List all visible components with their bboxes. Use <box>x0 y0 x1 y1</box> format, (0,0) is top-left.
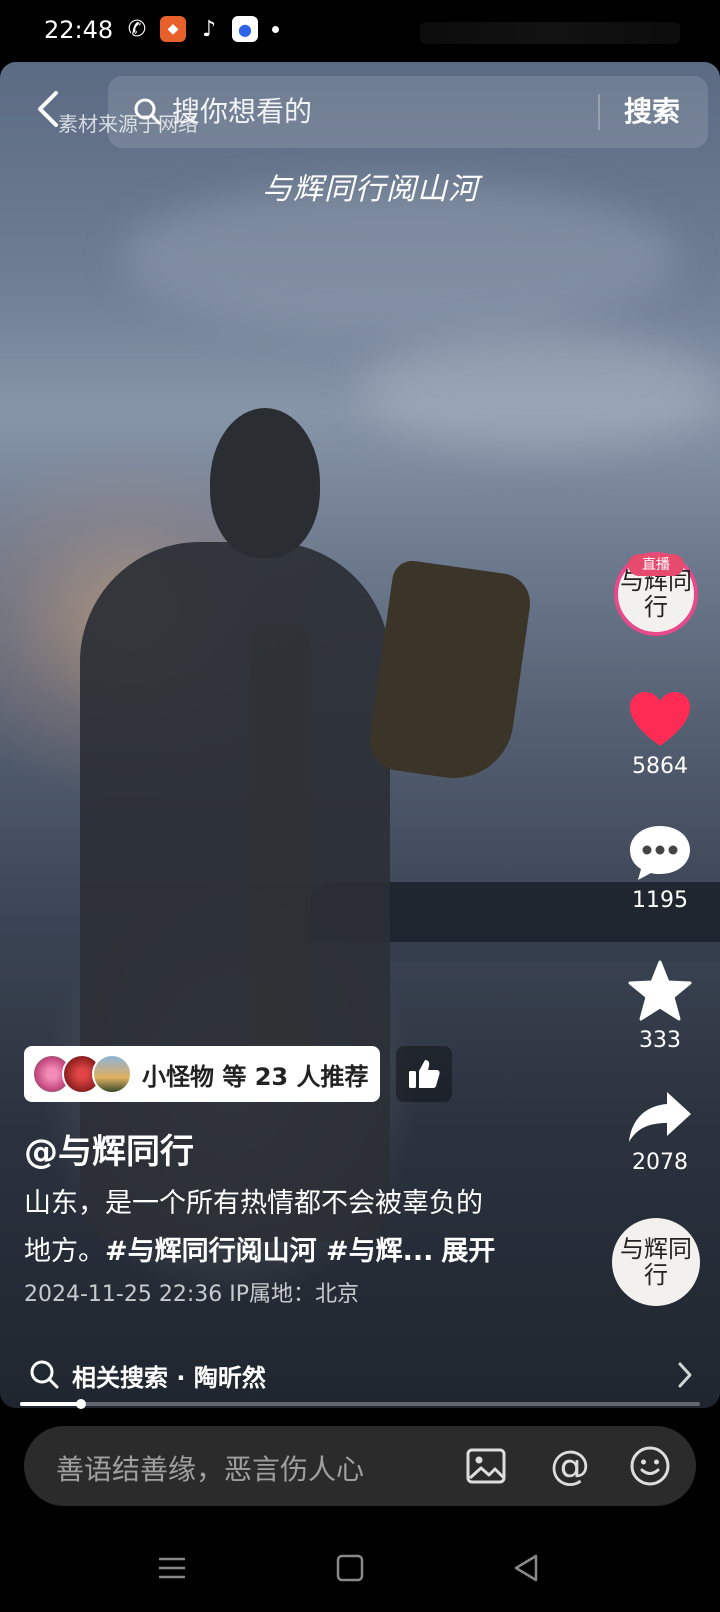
description-line-2: 地方。#与辉同行阅山河 #与辉... 展开 <box>24 1228 584 1276</box>
mention-icon[interactable]: @ <box>548 1444 592 1488</box>
figure-head <box>210 408 320 558</box>
recommender-avatars <box>32 1052 132 1096</box>
status-indicators <box>420 22 680 44</box>
post-meta: 2024-11-25 22:36 IP属地：北京 <box>24 1282 359 1307</box>
back-triangle-icon[interactable] <box>508 1550 544 1586</box>
search-input[interactable]: 搜你想看的 <box>172 90 312 130</box>
progress-fill <box>20 1402 82 1406</box>
video-watermark: 与辉同行阅山河 <box>262 172 479 207</box>
recommend-button[interactable] <box>396 1046 452 1102</box>
video-progress-bar[interactable] <box>20 1399 700 1409</box>
favorite-button[interactable]: 333 <box>620 960 700 1053</box>
search-icon <box>134 98 161 125</box>
emoji-icon[interactable] <box>628 1444 672 1488</box>
expand-button[interactable]: 展开 <box>441 1236 495 1267</box>
menu-icon[interactable] <box>154 1550 190 1586</box>
status-time: 22:48 <box>44 16 114 44</box>
heart-icon <box>630 692 690 746</box>
share-count: 2078 <box>632 1150 688 1175</box>
comment-count: 1195 <box>632 888 688 913</box>
star-icon <box>628 960 692 1021</box>
tiktok-icon: ♪ <box>201 16 217 42</box>
post-description: 山东，是一个所有热情都不会被辜负的 地方。#与辉同行阅山河 #与辉... 展开 <box>24 1180 584 1276</box>
comment-input-bar[interactable]: 善语结善缘，恶言伤人心 @ <box>24 1426 696 1506</box>
recommend-text: 小怪物 等 23 人推荐 <box>142 1062 369 1091</box>
search-button[interactable]: 搜索 <box>624 90 680 130</box>
like-button[interactable]: 5864 <box>620 690 700 779</box>
comment-button[interactable]: 1195 <box>620 824 700 913</box>
notification-dot <box>272 25 279 33</box>
avatar-logo-text: 与辉同行 <box>620 1235 692 1289</box>
recommenders-pill[interactable]: 小怪物 等 23 人推荐 <box>24 1046 380 1102</box>
home-icon[interactable] <box>332 1550 368 1586</box>
search-bar[interactable]: 搜你想看的 搜索 <box>108 76 708 148</box>
app-icon: ◆ <box>160 16 186 42</box>
like-count: 5864 <box>632 754 688 779</box>
music-disc-avatar[interactable]: 与辉同行 <box>612 1218 700 1306</box>
status-icons: ✆ ◆ ♪ ● <box>124 16 279 42</box>
favorite-count: 333 <box>639 1028 681 1053</box>
live-badge: 直播 <box>628 554 684 576</box>
image-icon[interactable] <box>464 1444 508 1488</box>
share-arrow-icon <box>629 1092 691 1142</box>
search-divider <box>598 94 600 130</box>
chevron-right-icon <box>678 1362 692 1388</box>
thumbs-up-icon <box>409 1060 440 1088</box>
system-nav-bar <box>0 1530 720 1612</box>
comment-icon <box>630 826 690 880</box>
wechat-icon: ✆ <box>127 16 147 42</box>
baidu-icon: ● <box>232 16 258 42</box>
search-icon <box>30 1360 59 1389</box>
comment-input[interactable]: 善语结善缘，恶言伤人心 <box>56 1448 364 1488</box>
status-bar: 22:48 ✆ ◆ ♪ ● <box>0 0 720 62</box>
description-line: 山东，是一个所有热情都不会被辜负的 <box>24 1188 483 1219</box>
avatar <box>92 1054 132 1094</box>
author-name[interactable]: @与辉同行 <box>24 1124 194 1173</box>
figure-sleeve <box>366 558 534 786</box>
description-text: 地方。 <box>24 1236 105 1267</box>
related-search[interactable]: 相关搜索 · 陶昕然 <box>0 1346 720 1406</box>
hashtags[interactable]: #与辉同行阅山河 #与辉... <box>105 1236 433 1267</box>
cloud <box>360 332 720 452</box>
related-search-text: 相关搜索 · 陶昕然 <box>72 1364 266 1392</box>
share-button[interactable]: 2078 <box>620 1090 700 1175</box>
